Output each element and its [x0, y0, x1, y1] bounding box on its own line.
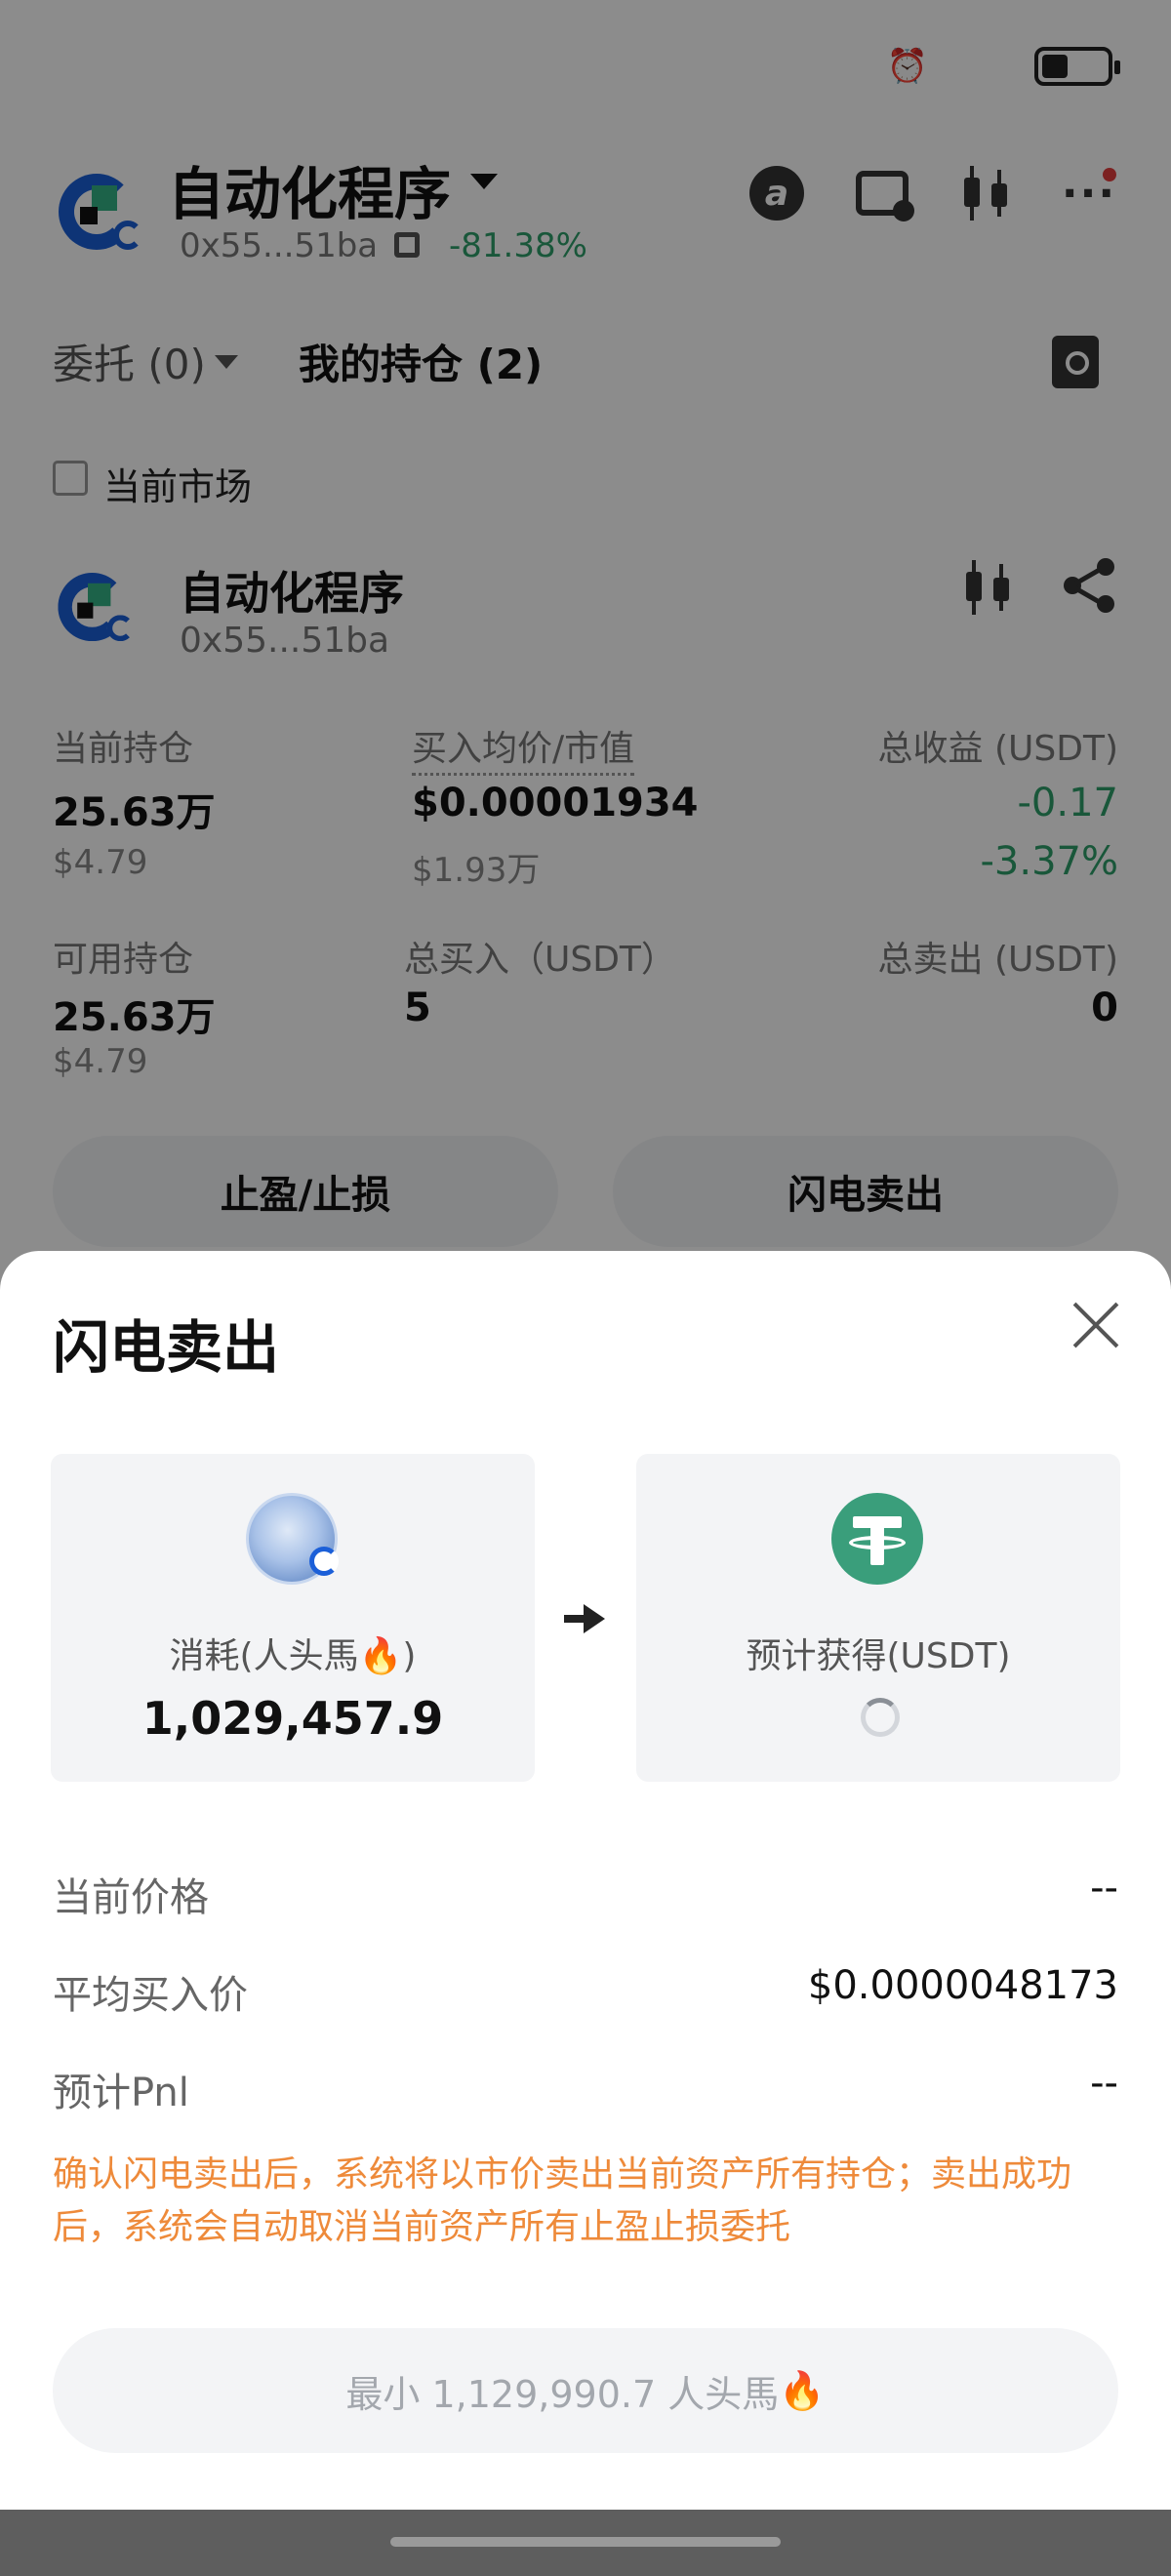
- current-price-value: --: [1090, 1866, 1118, 1911]
- flash-sell-sheet: 闪电卖出 消耗(人头馬🔥) 1,029,457.9 预计获得(USDT) 当前价…: [0, 1251, 1171, 2510]
- sheet-title: 闪电卖出: [53, 1314, 280, 1381]
- avg-buy-price-value: $0.0000048173: [807, 1963, 1118, 2008]
- system-nav-bar: [0, 2510, 1171, 2576]
- consume-value: 1,029,457.9: [141, 1692, 444, 1745]
- consume-label: 消耗(人头馬🔥): [169, 1636, 417, 1676]
- current-price-label: 当前价格: [53, 1875, 209, 1920]
- receive-card: 预计获得(USDT): [636, 1454, 1120, 1782]
- horse-token-icon: [246, 1493, 339, 1585]
- warning-text: 确认闪电卖出后，系统将以市价卖出当前资产所有持仓；卖出成功后，系统会自动取消当前…: [53, 2154, 1072, 2247]
- confirm-sell-button[interactable]: 最小 1,129,990.7 人头馬 🔥: [53, 2328, 1118, 2453]
- loading-spinner-icon: [861, 1698, 900, 1737]
- home-indicator[interactable]: [390, 2537, 781, 2547]
- consume-card: 消耗(人头馬🔥) 1,029,457.9: [51, 1454, 535, 1782]
- avg-buy-price-label: 平均买入价: [53, 1973, 248, 2018]
- receive-label: 预计获得(USDT): [746, 1636, 1011, 1676]
- usdt-icon: [831, 1493, 923, 1585]
- estimated-pnl-label: 预计Pnl: [53, 2071, 189, 2115]
- arrow-right-icon: [564, 1604, 605, 1633]
- close-icon[interactable]: [1071, 1302, 1120, 1350]
- estimated-pnl-value: --: [1090, 2061, 1118, 2106]
